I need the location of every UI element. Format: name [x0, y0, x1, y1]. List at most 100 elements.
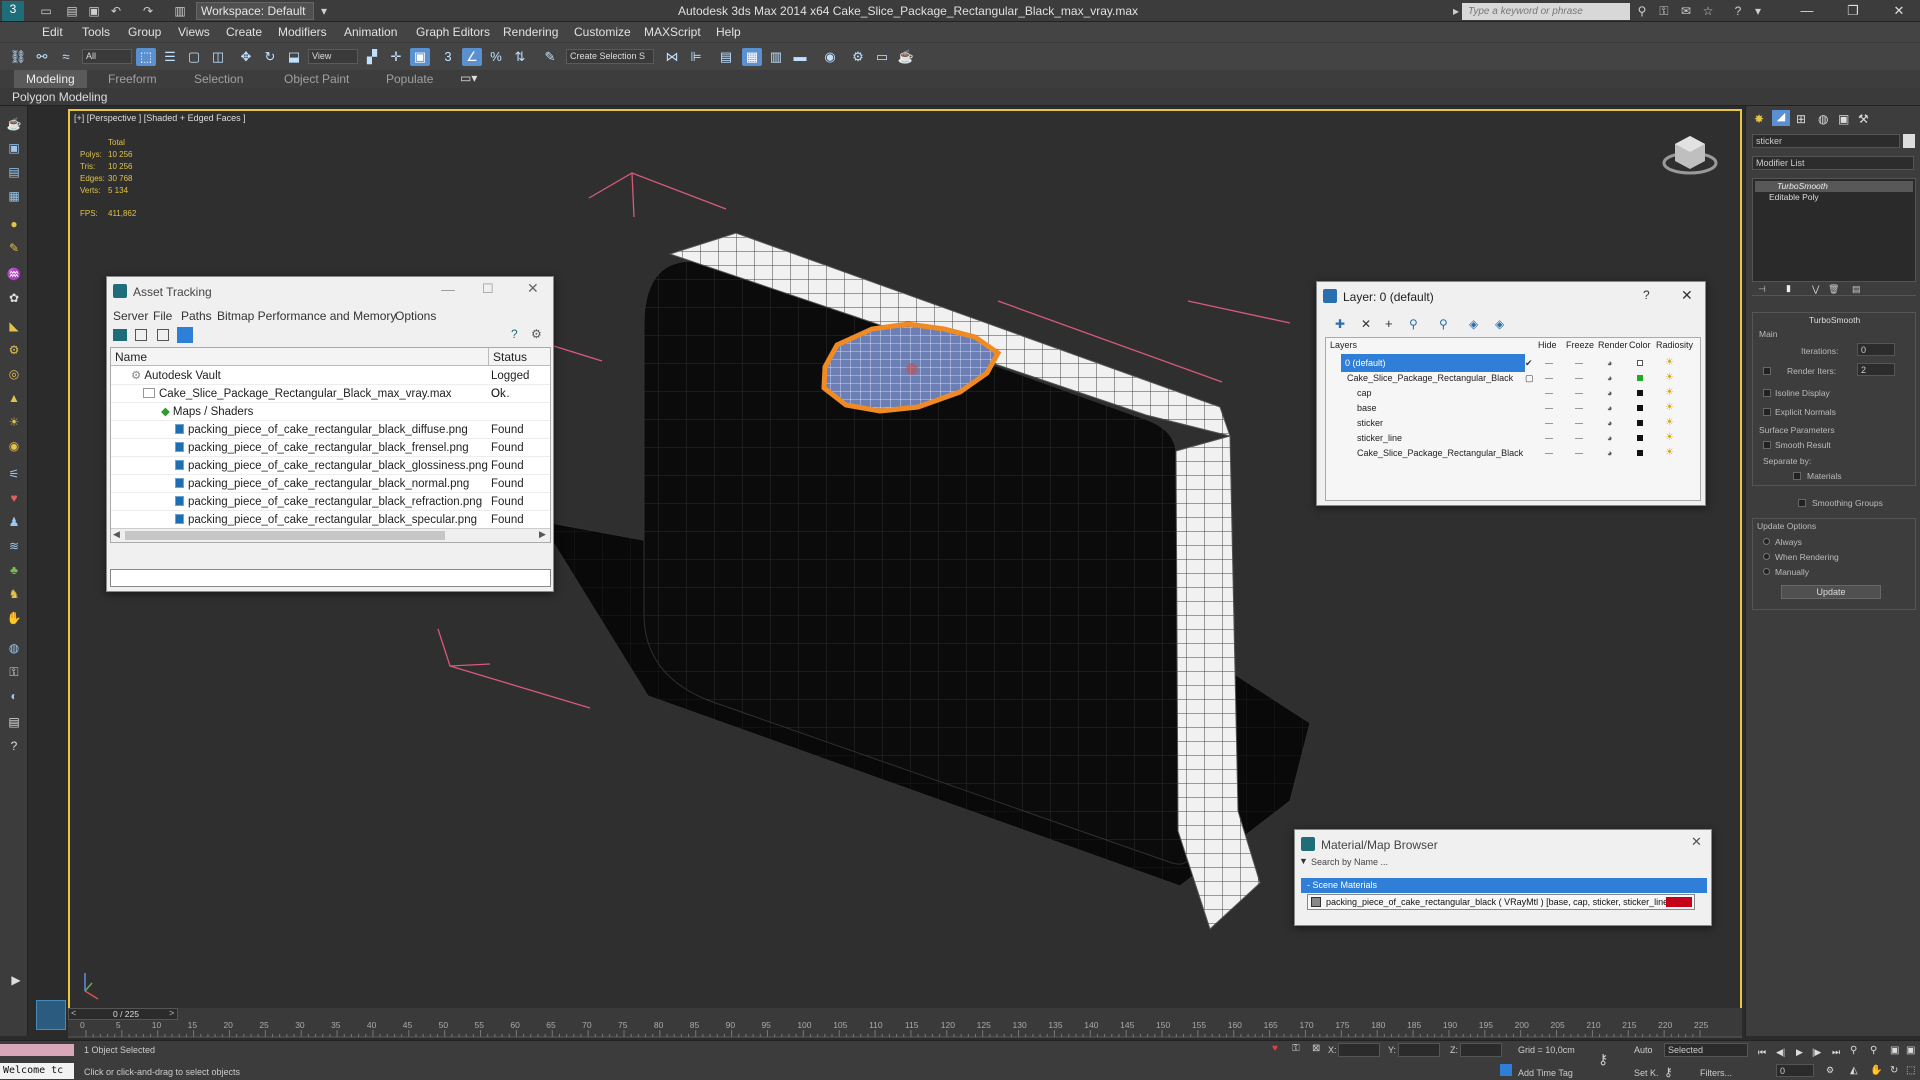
menu-views[interactable]: Views: [178, 25, 210, 39]
table-row[interactable]: packing_piece_of_cake_rectangular_black_…: [111, 493, 550, 511]
link-icon[interactable]: ⛓: [8, 48, 28, 66]
polygon-modeling-label[interactable]: Polygon Modeling: [12, 90, 107, 104]
menu-rendering[interactable]: Rendering: [503, 25, 558, 39]
help-icon[interactable]: ?: [6, 738, 22, 754]
menu-animation[interactable]: Animation: [344, 25, 397, 39]
walk-icon[interactable]: ♞: [6, 586, 22, 602]
unlink-icon[interactable]: ⚯: [32, 48, 52, 66]
smooth-result-checkbox[interactable]: [1763, 441, 1771, 449]
tab-freeform[interactable]: Freeform: [108, 72, 157, 86]
configure-sets-icon[interactable]: ▤: [1852, 284, 1861, 295]
when-rendering-radio[interactable]: [1763, 553, 1770, 560]
rotate-icon[interactable]: ↻: [260, 48, 280, 66]
layer-manager-icon[interactable]: ▦: [742, 48, 762, 66]
stairs-icon[interactable]: ⚟: [6, 466, 22, 482]
select-object-icon[interactable]: ⬚: [136, 48, 156, 66]
auto-key-button[interactable]: Auto: [1634, 1045, 1653, 1055]
menu-paths[interactable]: Paths: [181, 309, 212, 323]
chevron-down-icon[interactable]: ▾: [316, 3, 332, 19]
close-button[interactable]: ✕: [1691, 834, 1702, 850]
sun-icon[interactable]: ☀: [6, 414, 22, 430]
help-icon[interactable]: ?: [1730, 3, 1746, 19]
z-coordinate-field[interactable]: [1460, 1043, 1502, 1057]
menu-options[interactable]: Options: [395, 309, 436, 323]
column-name[interactable]: Name: [111, 348, 489, 366]
maximize-button[interactable]: ☐: [482, 281, 494, 297]
table-row[interactable]: packing_piece_of_cake_rectangular_black_…: [111, 475, 550, 493]
highlight-layer-icon[interactable]: ⚲: [1439, 317, 1448, 331]
sphere-icon[interactable]: ●: [6, 216, 22, 232]
radiosity-icon[interactable]: ☀: [1665, 448, 1675, 458]
table-row[interactable]: ⚙ Autodesk Vault Logged O...: [111, 367, 550, 400]
zoom-extents-all-icon[interactable]: ▣: [1906, 1045, 1915, 1056]
select-by-name-icon[interactable]: ☰: [160, 48, 180, 66]
menu-maxscript[interactable]: MAXScript: [644, 25, 701, 39]
menu-group[interactable]: Group: [128, 25, 161, 39]
app-logo-icon[interactable]: 3: [2, 1, 24, 21]
goto-end-icon[interactable]: ⏭: [1832, 1047, 1840, 1058]
column-radiosity[interactable]: Radiosity: [1656, 340, 1693, 350]
modifier-list-dropdown[interactable]: Modifier List: [1752, 156, 1914, 170]
chevron-down-icon[interactable]: ▾: [1750, 3, 1766, 19]
options-dropdown-icon[interactable]: ▼: [1299, 856, 1308, 866]
object-color-swatch[interactable]: [1637, 450, 1643, 456]
save-icon[interactable]: ▣: [86, 3, 102, 19]
display-tab-icon[interactable]: ▣: [1838, 112, 1849, 126]
menu-customize[interactable]: Customize: [574, 25, 631, 39]
menu-help[interactable]: Help: [716, 25, 741, 39]
orb-icon[interactable]: ◉: [6, 438, 22, 454]
menu-bitmap-performance[interactable]: Bitmap Performance and Memory: [217, 309, 396, 323]
radiosity-icon[interactable]: ☀: [1665, 358, 1675, 368]
tab-object-paint[interactable]: Object Paint: [284, 72, 349, 86]
minimize-button[interactable]: —: [441, 281, 455, 297]
stack-item-turbosmooth[interactable]: TurboSmooth: [1755, 181, 1913, 192]
key-icon[interactable]: ⚷: [1598, 1051, 1608, 1068]
zoom-extents-icon[interactable]: ▣: [1890, 1045, 1899, 1056]
set-key-icon[interactable]: ⚷: [1664, 1065, 1673, 1079]
list-view-icon[interactable]: [135, 329, 147, 341]
lock-icon[interactable]: ⚿: [6, 664, 22, 680]
menu-modifiers[interactable]: Modifiers: [278, 25, 327, 39]
rectangular-selection-icon[interactable]: ▢: [184, 48, 204, 66]
y-coordinate-field[interactable]: [1398, 1043, 1440, 1057]
hierarchy-tab-icon[interactable]: ⊞: [1796, 112, 1806, 126]
radiosity-icon[interactable]: ☀: [1665, 373, 1675, 383]
radiosity-icon[interactable]: ☀: [1665, 433, 1675, 443]
horizontal-scrollbar[interactable]: ◀ ▶: [111, 528, 550, 542]
cone-icon[interactable]: ▲: [6, 390, 22, 406]
search-by-name-input[interactable]: Search by Name ...: [1311, 857, 1703, 869]
maxscript-mini-listener[interactable]: Welcome tc: [0, 1063, 74, 1079]
table-row[interactable]: Cake_Slice_Package_Rectangular_Black_max…: [111, 385, 550, 403]
align-icon[interactable]: ⊫: [686, 48, 706, 66]
menu-graph-editors[interactable]: Graph Editors: [416, 25, 490, 39]
isoline-display-checkbox[interactable]: [1763, 389, 1771, 397]
render-setup-icon[interactable]: ⚙: [848, 48, 868, 66]
table-row[interactable]: ◆ Maps / Shaders: [111, 403, 550, 421]
object-color-swatch[interactable]: [1637, 420, 1643, 426]
render-iters-checkbox[interactable]: [1763, 367, 1771, 375]
communication-icon[interactable]: ✉: [1678, 3, 1694, 19]
remove-modifier-icon[interactable]: 🗑: [1828, 284, 1839, 295]
tab-populate[interactable]: Populate: [386, 72, 433, 86]
slider-left-arrow-icon[interactable]: <: [71, 1008, 76, 1018]
utilities-tab-icon[interactable]: ⚒: [1858, 112, 1869, 126]
table-row[interactable]: packing_piece_of_cake_rectangular_black_…: [111, 511, 550, 529]
maxscript-listener-pink[interactable]: [0, 1044, 74, 1056]
grid-icon[interactable]: ▦: [6, 188, 22, 204]
smoothing-groups-checkbox[interactable]: [1798, 499, 1806, 507]
material-item[interactable]: packing_piece_of_cake_rectangular_black …: [1307, 894, 1695, 910]
menu-edit[interactable]: Edit: [42, 25, 63, 39]
close-button[interactable]: ✕: [527, 280, 539, 297]
update-button[interactable]: Update: [1781, 585, 1881, 599]
modify-tab-icon[interactable]: ◢: [1772, 110, 1790, 126]
water-icon[interactable]: ≋: [6, 538, 22, 554]
asset-path-field[interactable]: [110, 569, 551, 587]
scale-icon[interactable]: ⬓: [284, 48, 304, 66]
object-color-swatch[interactable]: [1903, 134, 1915, 148]
pin-stack-icon[interactable]: ⊣: [1758, 284, 1766, 295]
named-selection-dropdown[interactable]: Create Selection S: [566, 49, 654, 64]
curve-editor-icon[interactable]: ▬: [790, 48, 810, 66]
zoom-all-icon[interactable]: ⚲: [1870, 1045, 1877, 1056]
absolute-mode-icon[interactable]: ⊠: [1312, 1043, 1320, 1054]
next-frame-icon[interactable]: |▶: [1812, 1047, 1821, 1058]
